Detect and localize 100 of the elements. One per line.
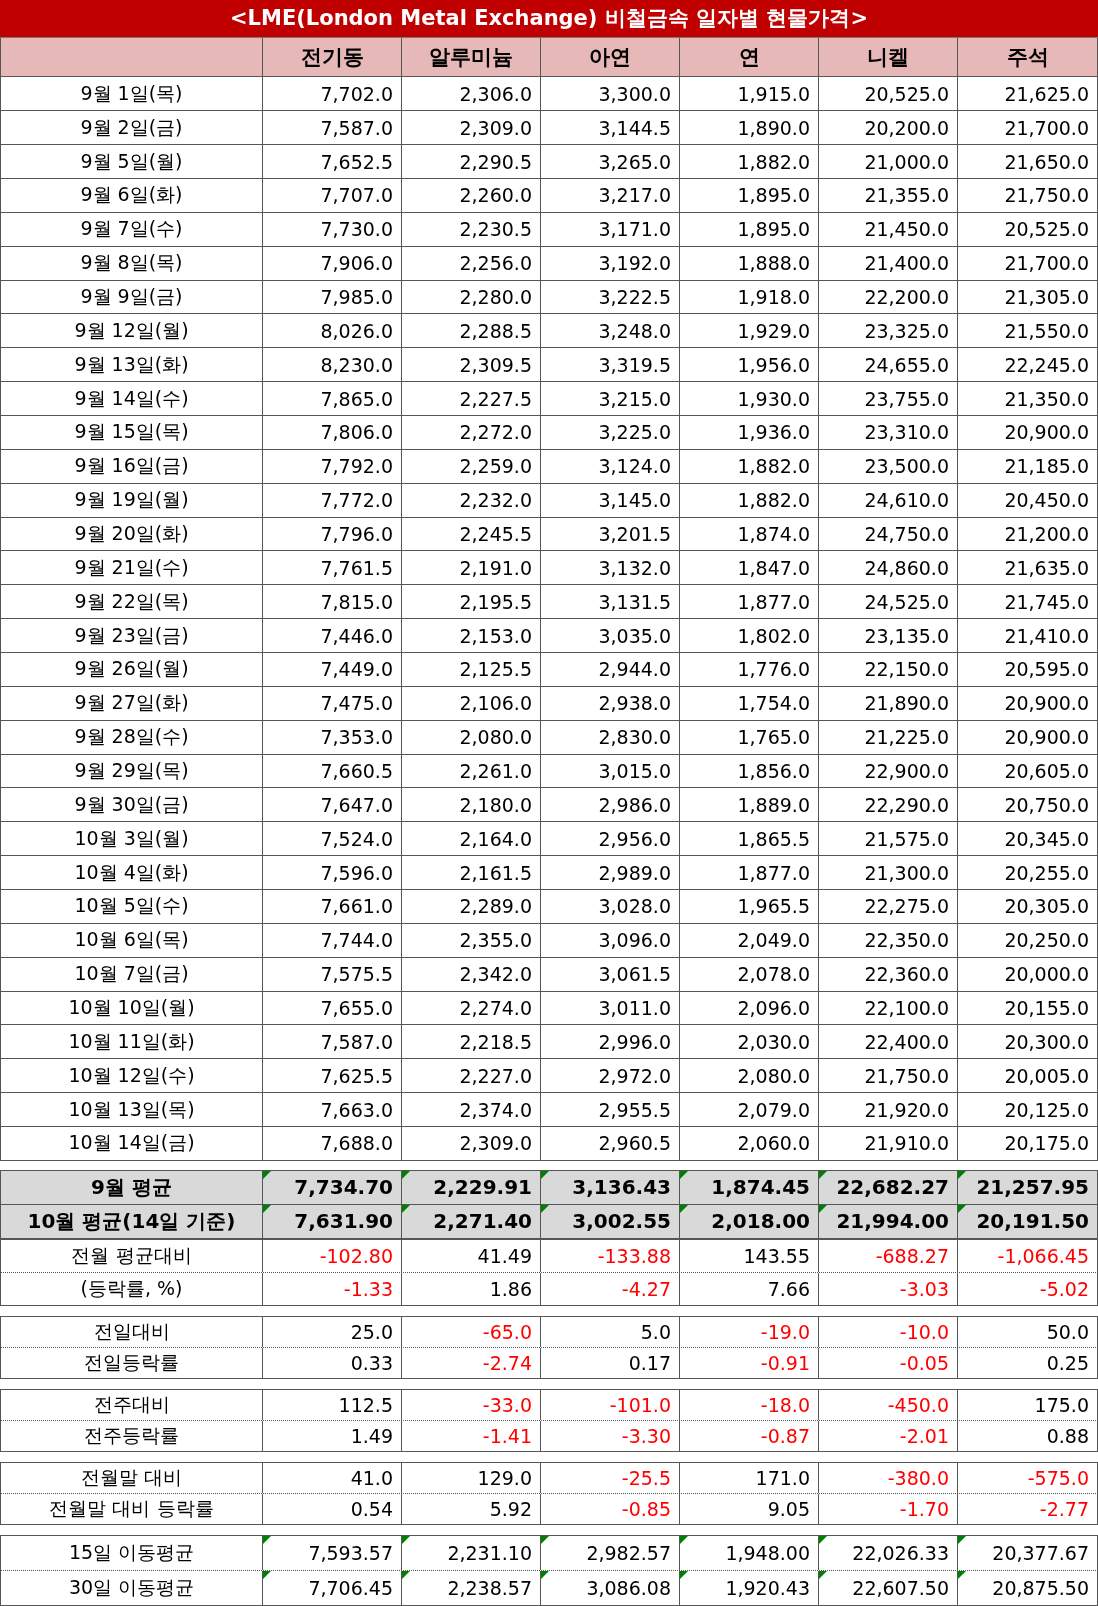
value-cell: 2,018.00 xyxy=(680,1204,819,1238)
price-cell: 2,288.5 xyxy=(402,314,541,348)
value-cell: 7,593.57 xyxy=(263,1535,402,1570)
price-cell: 24,860.0 xyxy=(819,551,958,585)
price-cell: 7,761.5 xyxy=(263,551,402,585)
value-cell: 2,982.57 xyxy=(541,1535,680,1570)
price-cell: 2,306.0 xyxy=(402,77,541,111)
price-cell: 2,280.0 xyxy=(402,280,541,314)
price-cell: 23,135.0 xyxy=(819,619,958,652)
price-cell: 21,700.0 xyxy=(958,246,1098,280)
price-cell: 1,877.0 xyxy=(680,585,819,619)
price-cell: 7,575.5 xyxy=(263,957,402,991)
price-cell: 2,309.0 xyxy=(402,1127,541,1160)
price-cell: 21,355.0 xyxy=(819,178,958,212)
value-cell: 175.0 xyxy=(958,1389,1098,1420)
price-cell: 22,360.0 xyxy=(819,957,958,991)
value-cell: -1,066.45 xyxy=(958,1239,1098,1272)
price-cell: 21,745.0 xyxy=(958,585,1098,619)
price-cell: 2,030.0 xyxy=(680,1025,819,1059)
price-cell: 22,400.0 xyxy=(819,1025,958,1059)
price-cell: 3,015.0 xyxy=(541,754,680,788)
date-cell: 9월 15일(목) xyxy=(0,416,263,449)
price-cell: 21,200.0 xyxy=(958,517,1098,551)
row-label: 9월 평균 xyxy=(0,1170,263,1204)
price-cell: 2,986.0 xyxy=(541,788,680,822)
value-cell: 0.33 xyxy=(263,1347,402,1378)
price-cell: 1,847.0 xyxy=(680,551,819,585)
price-cell: 2,374.0 xyxy=(402,1093,541,1127)
price-cell: 23,500.0 xyxy=(819,449,958,483)
price-cell: 2,290.5 xyxy=(402,145,541,178)
price-cell: 7,744.0 xyxy=(263,923,402,957)
date-cell: 9월 29일(목) xyxy=(0,754,263,788)
date-cell: 9월 23일(금) xyxy=(0,619,263,652)
date-cell: 9월 16일(금) xyxy=(0,449,263,483)
price-cell: 22,275.0 xyxy=(819,890,958,923)
column-header: 니켈 xyxy=(819,37,958,77)
price-cell: 3,132.0 xyxy=(541,551,680,585)
price-cell: 1,930.0 xyxy=(680,382,819,415)
column-header: 전기동 xyxy=(263,37,402,77)
date-cell: 9월 21일(수) xyxy=(0,551,263,585)
price-cell: 1,865.5 xyxy=(680,822,819,856)
value-cell: 1.86 xyxy=(402,1272,541,1305)
table-title: <LME(London Metal Exchange) 비철금속 일자별 현물가격> xyxy=(0,0,1098,38)
price-cell: 7,792.0 xyxy=(263,449,402,483)
price-cell: 8,026.0 xyxy=(263,314,402,348)
price-cell: 1,936.0 xyxy=(680,416,819,449)
date-cell: 10월 13일(목) xyxy=(0,1093,263,1127)
price-cell: 24,750.0 xyxy=(819,517,958,551)
price-cell: 3,201.5 xyxy=(541,517,680,551)
value-cell: -101.0 xyxy=(541,1389,680,1420)
price-cell: 7,446.0 xyxy=(263,619,402,652)
price-cell: 22,350.0 xyxy=(819,923,958,957)
value-cell: 9.05 xyxy=(680,1493,819,1524)
value-cell: 7,631.90 xyxy=(263,1204,402,1238)
price-cell: 3,222.5 xyxy=(541,280,680,314)
date-cell: 9월 26일(월) xyxy=(0,653,263,686)
price-cell: 24,655.0 xyxy=(819,348,958,382)
price-cell: 1,895.0 xyxy=(680,212,819,246)
date-cell: 9월 27일(화) xyxy=(0,686,263,720)
price-cell: 2,227.0 xyxy=(402,1059,541,1093)
value-cell: -1.41 xyxy=(402,1420,541,1451)
value-cell: 0.88 xyxy=(958,1420,1098,1451)
price-cell: 21,910.0 xyxy=(819,1127,958,1160)
price-cell: 2,195.5 xyxy=(402,585,541,619)
price-cell: 7,702.0 xyxy=(263,77,402,111)
price-cell: 1,877.0 xyxy=(680,856,819,889)
price-cell: 21,750.0 xyxy=(819,1059,958,1093)
price-cell: 22,900.0 xyxy=(819,754,958,788)
row-label: 전월말 대비 xyxy=(0,1462,263,1493)
price-cell: 21,000.0 xyxy=(819,145,958,178)
value-cell: 129.0 xyxy=(402,1462,541,1493)
price-cell: 20,900.0 xyxy=(958,416,1098,449)
price-cell: 20,250.0 xyxy=(958,923,1098,957)
value-cell: -2.01 xyxy=(819,1420,958,1451)
value-cell: -133.88 xyxy=(541,1239,680,1272)
price-cell: 1,918.0 xyxy=(680,280,819,314)
value-cell: -5.02 xyxy=(958,1272,1098,1305)
price-cell: 7,587.0 xyxy=(263,1025,402,1059)
price-cell: 2,830.0 xyxy=(541,720,680,754)
date-cell: 9월 1일(목) xyxy=(0,77,263,111)
price-cell: 1,890.0 xyxy=(680,111,819,145)
price-cell: 21,575.0 xyxy=(819,822,958,856)
price-cell: 7,524.0 xyxy=(263,822,402,856)
price-cell: 7,449.0 xyxy=(263,653,402,686)
date-cell: 9월 9일(금) xyxy=(0,280,263,314)
value-cell: 143.55 xyxy=(680,1239,819,1272)
price-cell: 1,802.0 xyxy=(680,619,819,652)
price-cell: 3,131.5 xyxy=(541,585,680,619)
price-cell: 3,011.0 xyxy=(541,991,680,1025)
value-cell: 1,874.45 xyxy=(680,1170,819,1204)
value-cell: -0.05 xyxy=(819,1347,958,1378)
value-cell: -18.0 xyxy=(680,1389,819,1420)
price-cell: 2,956.0 xyxy=(541,822,680,856)
row-label: 전일등락률 xyxy=(0,1347,263,1378)
value-cell: 0.17 xyxy=(541,1347,680,1378)
value-cell: 2,231.10 xyxy=(402,1535,541,1570)
price-cell: 3,096.0 xyxy=(541,923,680,957)
column-header: 아연 xyxy=(541,37,680,77)
price-cell: 2,309.0 xyxy=(402,111,541,145)
price-cell: 2,274.0 xyxy=(402,991,541,1025)
